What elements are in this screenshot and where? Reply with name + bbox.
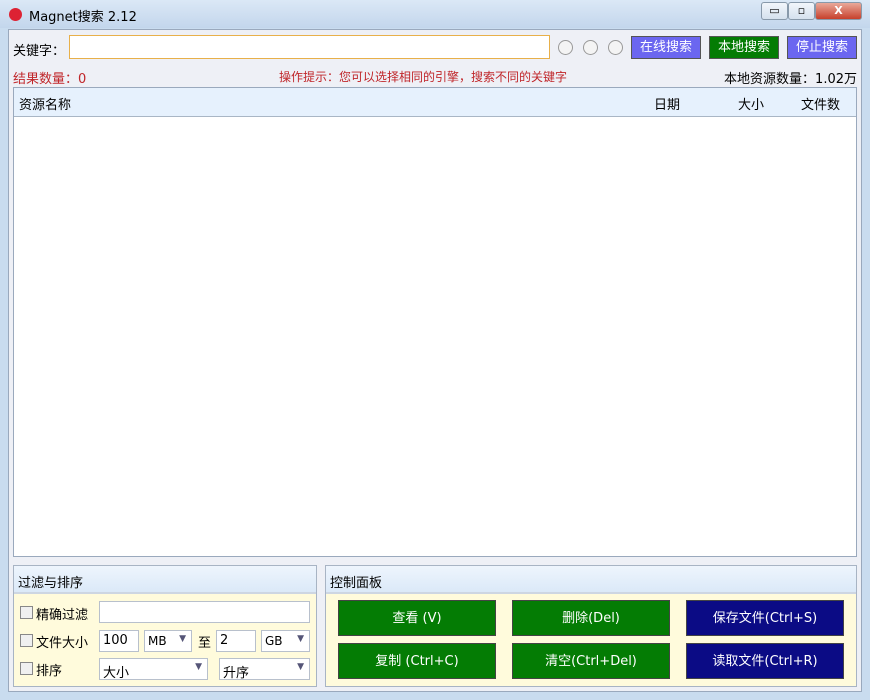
clear-button[interactable]: 清空(Ctrl+Del) (512, 643, 670, 679)
result-count: 结果数量：0 (13, 72, 87, 87)
control-panel: 控制面板 查看 (V) 删除(Del) 保存文件(Ctrl+S) 复制 (Ctr… (325, 565, 857, 687)
sort-checkbox[interactable] (20, 662, 33, 675)
file-size-checkbox[interactable] (20, 634, 33, 647)
delete-button[interactable]: 删除(Del) (512, 600, 670, 636)
engine-radio-2[interactable] (583, 40, 598, 55)
chevron-down-icon: ▼ (297, 634, 304, 644)
column-size[interactable]: 大小 (738, 94, 764, 113)
minimize-button[interactable]: ▭ (761, 2, 788, 20)
sort-field-value: 大小 (103, 666, 130, 681)
keyword-input[interactable] (69, 35, 550, 59)
stop-search-button[interactable]: 停止搜索 (787, 36, 857, 59)
chevron-down-icon: ▼ (195, 662, 202, 672)
maximize-button[interactable]: ▫ (788, 2, 815, 20)
exact-filter-checkbox[interactable] (20, 606, 33, 619)
exact-filter-label: 精确过滤 (36, 608, 89, 623)
copy-button[interactable]: 复制 (Ctrl+C) (338, 643, 496, 679)
title-bar[interactable]: Magnet搜索 2.12 ▭ ▫ X (0, 0, 870, 28)
app-icon (9, 8, 22, 21)
size-min-unit-select[interactable]: MB ▼ (144, 630, 192, 652)
chevron-down-icon: ▼ (297, 662, 304, 672)
size-min-input[interactable]: 100 (99, 630, 139, 652)
filter-panel: 过滤与排序 精确过滤 文件大小 100 MB ▼ 至 2 GB ▼ 排序 大小 ▼ 升… (13, 565, 317, 687)
chevron-down-icon: ▼ (179, 634, 186, 644)
column-date[interactable]: 日期 (654, 94, 680, 113)
sort-label: 排序 (36, 664, 63, 679)
sort-field-select[interactable]: 大小 ▼ (99, 658, 208, 681)
window-title: Magnet搜索 2.12 (29, 10, 137, 25)
online-search-button[interactable]: 在线搜索 (631, 36, 701, 59)
close-button[interactable]: X (815, 2, 862, 20)
exact-filter-input[interactable] (99, 601, 310, 623)
table-header: 资源名称 日期 大小 文件数 (14, 88, 856, 117)
local-search-button[interactable]: 本地搜索 (709, 36, 779, 59)
size-min-unit-value: MB (148, 634, 167, 648)
file-size-label: 文件大小 (36, 636, 89, 651)
column-file-count[interactable]: 文件数 (801, 94, 840, 113)
operation-hint: 操作提示：您可以选择相同的引擎，搜索不同的关键字 (279, 70, 568, 84)
view-button[interactable]: 查看 (V) (338, 600, 496, 636)
column-name[interactable]: 资源名称 (19, 94, 71, 113)
size-max-input[interactable]: 2 (216, 630, 256, 652)
local-resource-count: 本地资源数量：1.02万 (724, 72, 857, 87)
size-max-unit-value: GB (265, 634, 283, 648)
size-max-unit-select[interactable]: GB ▼ (261, 630, 310, 652)
load-file-button[interactable]: 读取文件(Ctrl+R) (686, 643, 844, 679)
engine-radio-3[interactable] (608, 40, 623, 55)
save-file-button[interactable]: 保存文件(Ctrl+S) (686, 600, 844, 636)
results-table[interactable]: 资源名称 日期 大小 文件数 (13, 87, 857, 557)
control-panel-title: 控制面板 (326, 566, 856, 594)
filter-panel-title: 过滤与排序 (14, 566, 316, 594)
sort-order-select[interactable]: 升序 ▼ (219, 658, 310, 681)
to-label: 至 (198, 636, 212, 651)
keyword-label: 关键字： (13, 44, 66, 59)
sort-order-value: 升序 (223, 666, 250, 681)
engine-radio-1[interactable] (558, 40, 573, 55)
